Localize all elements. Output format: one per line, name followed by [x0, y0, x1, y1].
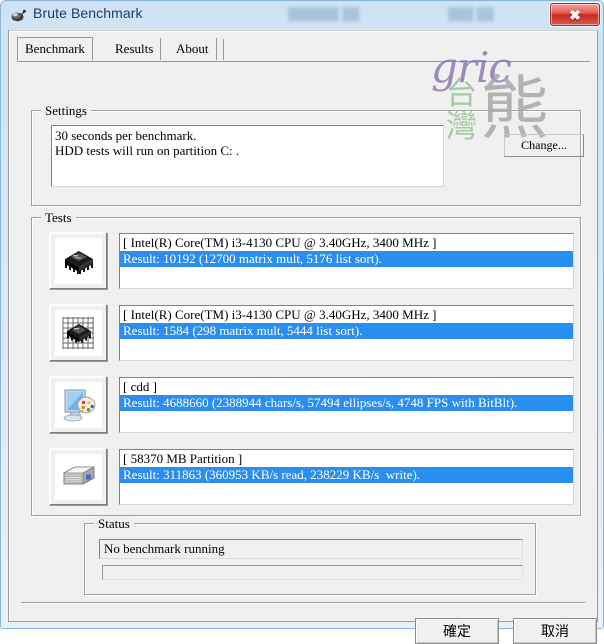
settings-group-title: Settings — [41, 103, 91, 119]
cpu-chip-icon — [55, 238, 102, 284]
cancel-button-label: 取消 — [541, 624, 569, 640]
tab-benchmark-label: Benchmark — [25, 41, 85, 56]
hard-drive-icon — [55, 454, 102, 500]
hdd-test-button[interactable] — [49, 448, 108, 506]
cpu-test-header: [ Intel(R) Core(TM) i3-4130 CPU @ 3.40GH… — [123, 235, 437, 250]
tab-strip-endcap — [223, 39, 224, 60]
cancel-button[interactable]: 取消 — [513, 618, 597, 644]
tab-results[interactable]: Results — [108, 38, 162, 60]
graphics-test-memo[interactable]: [ cdd ] Result: 4688660 (2388944 chars/s… — [119, 377, 574, 433]
hdd-test-result: Result: 311863 (360953 KB/s read, 238229… — [120, 467, 573, 483]
change-settings-button[interactable]: Change... — [504, 134, 584, 157]
hdd-test-memo[interactable]: [ 58370 MB Partition ] Result: 311863 (3… — [119, 449, 574, 505]
fpu-test-result: Result: 1584 (298 matrix mult, 5444 list… — [120, 323, 573, 339]
close-icon: ✖ — [569, 6, 581, 23]
cpu-test-memo[interactable]: [ Intel(R) Core(TM) i3-4130 CPU @ 3.40GH… — [119, 233, 574, 289]
hdd-test-header: [ 58370 MB Partition ] — [123, 451, 243, 466]
window-title: Brute Benchmark — [33, 5, 143, 21]
tab-about[interactable]: About — [169, 38, 217, 60]
fpu-test-button[interactable] — [49, 304, 108, 362]
application-window: Brute Benchmark ██████ ██ ███ ██ ✖ Bench… — [0, 0, 604, 644]
status-group-title: Status — [94, 516, 134, 532]
graphics-test-header: [ cdd ] — [123, 379, 157, 394]
title-bar[interactable]: Brute Benchmark ██████ ██ ███ ██ ✖ — [1, 1, 604, 30]
change-settings-label: Change... — [521, 138, 567, 152]
tab-results-label: Results — [115, 41, 154, 56]
tests-group: Tests [Intel(R) Core(TM) i3-4130 CPU @ … — [31, 210, 581, 516]
settings-line-duration: 30 seconds per benchmark. — [55, 128, 197, 143]
tab-strip: Benchmark Results About — [17, 37, 590, 62]
app-mouse-icon — [10, 7, 27, 24]
fpu-test-memo[interactable]: [ Intel(R) Core(TM) i3-4130 CPU @ 3.40GH… — [119, 305, 574, 361]
tab-about-label: About — [176, 41, 209, 56]
ok-button[interactable]: 確定 — [415, 618, 499, 644]
graphics-test-button[interactable] — [49, 376, 108, 434]
footer-separator — [21, 602, 585, 604]
client-area: Benchmark Results About Settings 30 seco… — [8, 30, 598, 644]
tab-benchmark[interactable]: Benchmark — [17, 37, 93, 61]
fpu-test-header: [ Intel(R) Core(TM) i3-4130 CPU @ 3.40GH… — [123, 307, 437, 322]
titlebar-blurred-overlay-left: ██████ ██ — [288, 7, 360, 21]
settings-memo[interactable]: 30 seconds per benchmark. HDD tests will… — [51, 125, 444, 187]
status-group: Status No benchmark running — [84, 516, 536, 595]
settings-group: Settings 30 seconds per benchmark. HDD t… — [31, 103, 584, 206]
graphics-test-result: Result: 4688660 (2388944 chars/s, 57494 … — [120, 395, 573, 411]
ok-button-label: 確定 — [443, 624, 471, 640]
tests-group-title: Tests — [41, 210, 76, 226]
graphics-monitor-palette-icon — [55, 382, 102, 428]
fpu-chip-grid-icon — [55, 310, 102, 356]
titlebar-blurred-overlay-right: ███ ██ — [448, 7, 494, 21]
cpu-test-result: Result: 10192 (12700 matrix mult, 5176 l… — [120, 251, 573, 267]
close-button[interactable]: ✖ — [550, 3, 600, 26]
settings-line-partition: HDD tests will run on partition C: . — [55, 143, 240, 158]
status-progress-bar — [102, 565, 523, 580]
cpu-test-button[interactable] — [49, 232, 108, 290]
status-message: No benchmark running — [99, 539, 523, 559]
